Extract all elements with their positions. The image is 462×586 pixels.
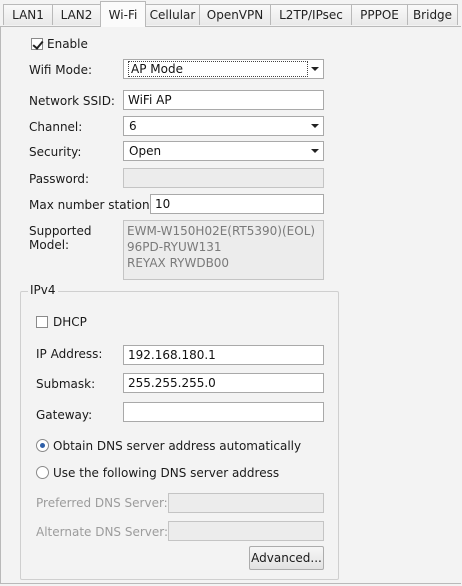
channel-select[interactable]: 6 [123,116,324,136]
supported-label-line1: Supported [29,224,92,238]
gateway-label: Gateway: [36,408,93,422]
advanced-button[interactable]: Advanced... [249,546,324,570]
supported-model-item: EWM-W150H02E(RT5390)(EOL) [127,224,316,238]
submask-label: Submask: [36,377,96,391]
preferred-dns-input[interactable] [168,493,324,513]
ssid-input[interactable] [123,90,324,110]
wifi-mode-select[interactable]: AP Mode [123,59,324,79]
max-station-input[interactable] [150,194,324,214]
password-input[interactable] [123,168,324,188]
max-station-label: Max number station: [29,198,154,212]
ip-address-input[interactable] [123,345,324,365]
dhcp-checkbox[interactable] [36,316,48,328]
supported-models-list: EWM-W150H02E(RT5390)(EOL) 96PD-RYUW131 R… [123,220,324,280]
security-label: Security: [29,145,82,159]
checkmark-icon [32,38,44,50]
supported-model-item: REYAX RYWDB00 [127,256,230,270]
ip-address-label: IP Address: [36,347,103,361]
ssid-label: Network SSID: [29,94,115,108]
chevron-down-icon [311,149,319,153]
dhcp-label: DHCP [53,315,87,329]
wifi-mode-value: AP Mode [128,61,308,77]
preferred-dns-label: Preferred DNS Server: [36,496,168,510]
wifi-mode-label: Wifi Mode: [29,63,93,77]
chevron-down-icon [311,124,319,128]
dns-auto-label: Obtain DNS server address automatically [53,439,302,453]
tab-cellular[interactable]: Cellular [145,4,200,25]
dns-manual-label: Use the following DNS server address [53,466,280,480]
security-value: Open [129,144,162,158]
alternate-dns-input[interactable] [168,521,324,541]
tab-l2tp-ipsec[interactable]: L2TP/IPsec [270,4,352,25]
supported-label-line2: Model: [29,238,70,252]
password-label: Password: [29,172,90,186]
tab-bridge[interactable]: Bridge [407,4,458,25]
channel-label: Channel: [29,120,83,134]
tab-openvpn[interactable]: OpenVPN [199,4,271,25]
radio-selected-dot [40,443,45,448]
tab-bar: LAN1 LAN2 Wi-Fi Cellular OpenVPN L2TP/IP… [0,0,462,27]
supported-model-item: 96PD-RYUW131 [127,240,222,254]
security-select[interactable]: Open [123,141,324,161]
enable-checkbox[interactable] [31,38,44,50]
enable-label: Enable [47,37,88,51]
dns-auto-radio[interactable] [36,439,49,452]
ipv4-group-title: IPv4 [28,283,58,297]
gateway-input[interactable] [123,402,324,422]
alternate-dns-label: Alternate DNS Server: [36,525,169,539]
tab-lan1[interactable]: LAN1 [3,4,53,25]
tab-wifi[interactable]: Wi-Fi [100,1,146,27]
tab-pppoe[interactable]: PPPOE [351,4,408,25]
tab-lan2[interactable]: LAN2 [52,4,101,25]
channel-value: 6 [129,119,137,133]
dns-manual-radio[interactable] [36,466,49,479]
submask-input[interactable] [123,373,324,393]
chevron-down-icon [311,67,319,71]
